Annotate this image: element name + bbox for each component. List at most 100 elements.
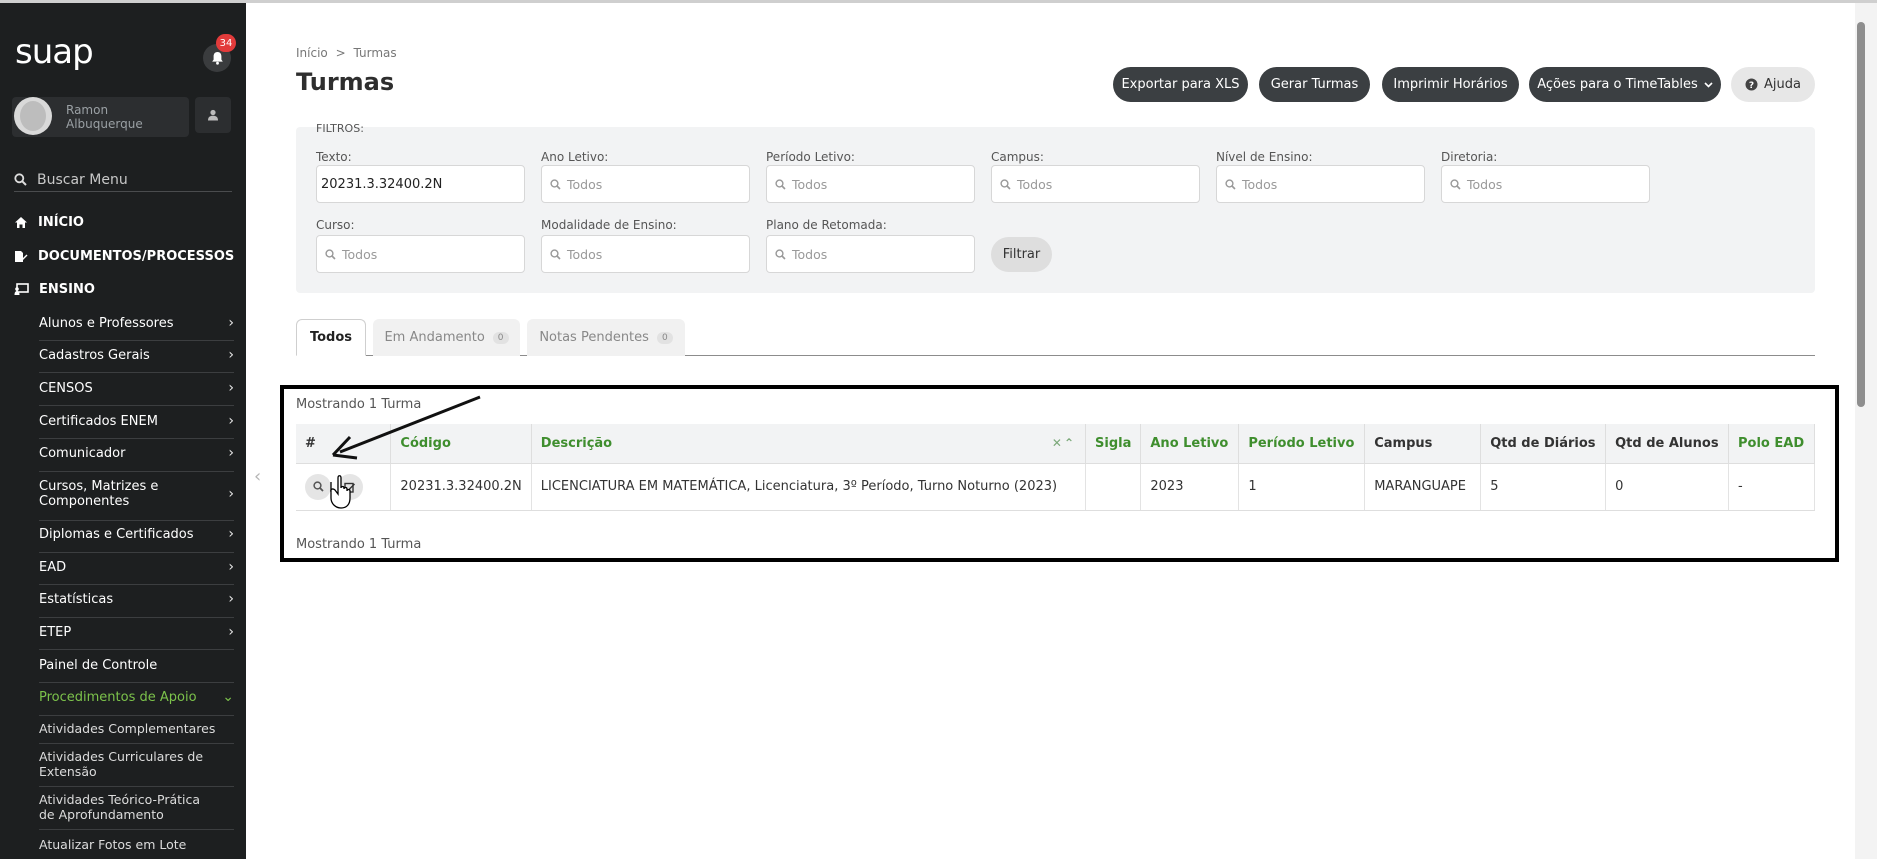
col-header-polo-ead[interactable]: Polo EAD — [1728, 424, 1815, 464]
filter-texto-value: 20231.3.32400.2N — [321, 176, 443, 192]
filter-campus-select[interactable]: Todos — [991, 165, 1200, 203]
window-top-border — [0, 0, 1877, 3]
results-count-top: Mostrando 1 Turma — [296, 397, 422, 412]
tab-em-andamento-label: Em Andamento — [384, 330, 485, 345]
filter-texto-input[interactable]: 20231.3.32400.2N — [316, 165, 525, 203]
nav-subitem-atividades-complementares[interactable]: Atividades Complementares — [39, 721, 219, 736]
nav-item-label: Comunicador — [39, 446, 126, 461]
nav-item-cadastros-gerais[interactable]: Cadastros Gerais › — [39, 348, 234, 364]
nav-item-label: ETEP — [39, 625, 72, 640]
breadcrumb-home-link[interactable]: Início — [296, 46, 328, 60]
generate-turmas-button[interactable]: Gerar Turmas — [1259, 67, 1370, 102]
scrollbar-thumb[interactable] — [1857, 22, 1865, 407]
col-header-periodo-letivo[interactable]: Período Letivo — [1238, 424, 1366, 464]
nav-item-label: Procedimentos de Apoio — [39, 690, 197, 705]
tab-todos[interactable]: Todos — [296, 319, 366, 356]
nav-item-label: CENSOS — [39, 381, 93, 396]
edit-button[interactable] — [337, 473, 364, 500]
timetables-actions-dropdown[interactable]: Ações para o TimeTables — [1529, 67, 1721, 102]
nav-divider — [39, 829, 234, 830]
view-button[interactable] — [305, 473, 331, 500]
nav-item-procedimentos-apoio[interactable]: Procedimentos de Apoio ⌄ — [39, 689, 234, 706]
nav-item-censos[interactable]: CENSOS › — [39, 380, 234, 397]
nav-item-label: Painel de Controle — [39, 658, 158, 673]
filter-submit-button[interactable]: Filtrar — [991, 237, 1052, 272]
filter-modalidade-select[interactable]: Todos — [541, 235, 750, 273]
nav-divider — [39, 552, 234, 553]
tab-notas-pendentes[interactable]: Notas Pendentes 0 — [527, 319, 685, 356]
cell-qtd-diarios: 5 — [1480, 463, 1607, 511]
nav-divider — [39, 743, 234, 744]
nav-item-label: Estatísticas — [39, 592, 114, 607]
chevron-down-icon — [1704, 81, 1713, 88]
filter-plano-retomada-select[interactable]: Todos — [766, 235, 975, 273]
nav-item-etep[interactable]: ETEP › — [39, 625, 234, 641]
nav-subitem-atividades-curriculares[interactable]: Atividades Curriculares de Extensão — [39, 749, 219, 779]
nav-divider — [39, 617, 234, 618]
timetables-actions-label: Ações para o TimeTables — [1537, 77, 1698, 92]
nav-documentos-processos[interactable]: DOCUMENTOS/PROCESSOS — [14, 249, 234, 264]
app: suap 34 Ramon Albuquerque Buscar Menu IN… — [0, 0, 1877, 859]
menu-search-placeholder: Buscar Menu — [37, 171, 128, 188]
search-icon — [775, 178, 786, 190]
nav-divider — [39, 340, 234, 341]
nav-divider — [39, 372, 234, 373]
filter-diretoria-select[interactable]: Todos — [1441, 165, 1650, 203]
edit-icon — [344, 482, 356, 493]
nav-item-diplomas-certificados[interactable]: Diplomas e Certificados › — [39, 527, 234, 543]
svg-text:?: ? — [1749, 81, 1754, 91]
nav-subitem-atividades-teorico-pratica[interactable]: Atividades Teórico-Prática de Aprofundam… — [39, 792, 219, 822]
chevron-down-icon: ⌄ — [222, 689, 234, 705]
nav-item-ead[interactable]: EAD › — [39, 559, 234, 576]
filters-title: FILTROS: — [316, 122, 364, 135]
tab-count-badge: 0 — [492, 331, 509, 344]
search-icon — [550, 178, 561, 190]
sort-clear-controls-icon[interactable]: ✕⌃ — [1052, 436, 1076, 450]
document-edit-icon — [15, 251, 28, 262]
suap-logo[interactable]: suap — [15, 32, 94, 72]
nav-item-cursos-matrizes[interactable]: Cursos, Matrizes e Componentes › — [39, 479, 234, 509]
nav-item-estatisticas[interactable]: Estatísticas › — [39, 592, 234, 608]
table-row: 20231.3.32400.2N LICENCIATURA EM MATEMÁT… — [296, 463, 1815, 511]
nav-inicio-label: INÍCIO — [38, 215, 84, 230]
nav-item-label: Diplomas e Certificados — [39, 527, 194, 542]
filter-nivel-ensino-select[interactable]: Todos — [1216, 165, 1425, 203]
chevron-right-icon: › — [228, 380, 234, 396]
user-menu-button[interactable] — [195, 97, 231, 133]
print-schedules-button[interactable]: Imprimir Horários — [1382, 67, 1519, 102]
chevron-right-icon: › — [228, 315, 234, 331]
nav-subitem-atualizar-fotos[interactable]: Atualizar Fotos em Lote — [39, 837, 219, 852]
filter-modalidade-value: Todos — [567, 246, 603, 262]
filter-periodo-letivo-value: Todos — [792, 176, 828, 192]
filter-periodo-letivo-select[interactable]: Todos — [766, 165, 975, 203]
filter-nivel-ensino-value: Todos — [1242, 176, 1278, 192]
nav-ensino[interactable]: ENSINO — [14, 282, 95, 297]
menu-search-input[interactable]: Buscar Menu — [14, 168, 232, 192]
search-icon — [1450, 178, 1461, 190]
filter-ano-letivo-value: Todos — [567, 176, 603, 192]
col-header-descricao[interactable]: Descrição ✕⌃ — [531, 424, 1087, 464]
nav-item-alunos-professores[interactable]: Alunos e Professores › — [39, 315, 234, 332]
filter-curso-select[interactable]: Todos — [316, 235, 525, 273]
col-header-codigo[interactable]: Código — [390, 424, 532, 464]
row-actions — [296, 463, 392, 511]
nav-inicio[interactable]: INÍCIO — [14, 215, 84, 230]
table-header-row: # Código Descrição ✕⌃ Sigla Ano Letivo P… — [296, 424, 1815, 464]
avatar[interactable] — [14, 97, 52, 135]
col-header-sigla[interactable]: Sigla — [1085, 424, 1142, 464]
export-xls-button[interactable]: Exportar para XLS — [1113, 67, 1248, 102]
nav-item-certificados-enem[interactable]: Certificados ENEM › — [39, 414, 234, 430]
help-button[interactable]: ? Ajuda — [1731, 67, 1815, 102]
filter-ano-letivo-select[interactable]: Todos — [541, 165, 750, 203]
col-header-ano-letivo[interactable]: Ano Letivo — [1140, 424, 1240, 464]
sidebar-collapse-chevron-icon[interactable]: ‹ — [254, 466, 261, 487]
results-count-bottom: Mostrando 1 Turma — [296, 537, 422, 552]
turmas-table: # Código Descrição ✕⌃ Sigla Ano Letivo P… — [296, 424, 1815, 511]
nav-item-painel-controle[interactable]: Painel de Controle — [39, 658, 234, 673]
cell-periodo-letivo: 1 — [1238, 463, 1366, 511]
nav-item-comunicador[interactable]: Comunicador › — [39, 446, 234, 462]
col-header-qtd-alunos: Qtd de Alunos — [1605, 424, 1730, 464]
filter-diretoria-value: Todos — [1467, 176, 1503, 192]
chevron-right-icon: › — [228, 559, 234, 575]
tab-em-andamento[interactable]: Em Andamento 0 — [373, 319, 520, 356]
